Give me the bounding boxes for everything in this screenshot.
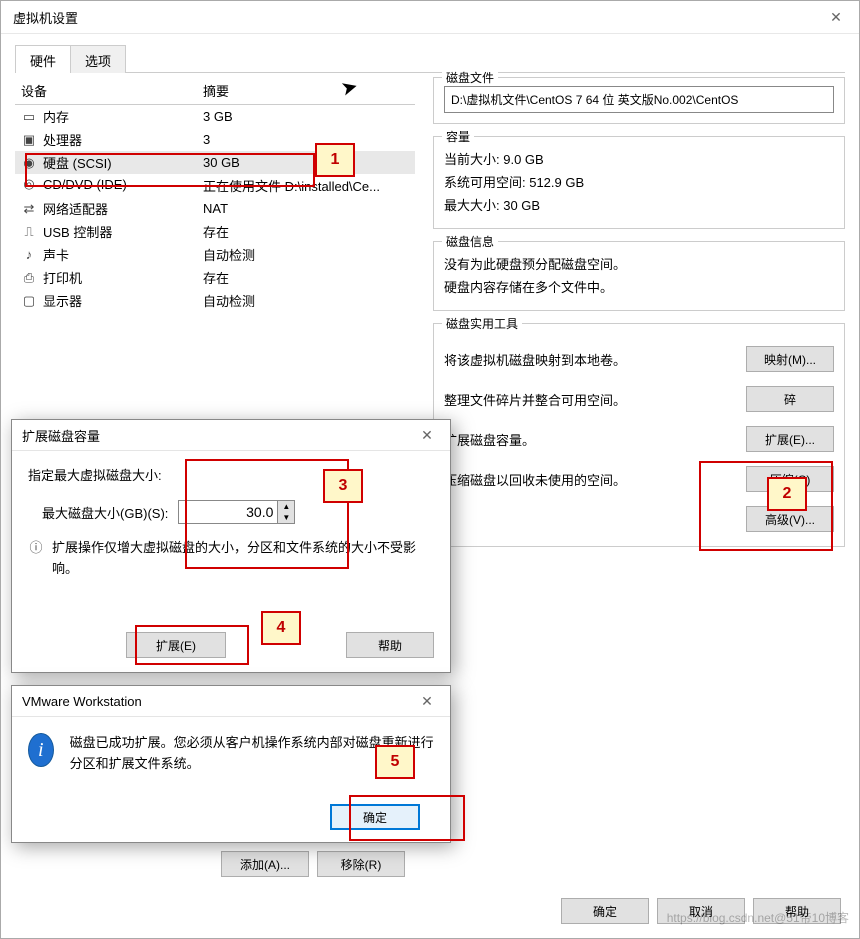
device-row[interactable]: ♪ 声卡 自动检测 xyxy=(15,243,415,266)
device-summary: 存在 xyxy=(197,266,415,289)
device-summary: 正在使用文件 D:\installed\Ce... xyxy=(197,174,415,197)
col-device: 设备 xyxy=(15,77,197,105)
nic-icon: ⇄ xyxy=(21,201,37,217)
disk-icon: ◉ xyxy=(21,155,37,171)
device-row[interactable]: ▣ 处理器 3 xyxy=(15,128,415,151)
disk-details-panel: 磁盘文件 D:\虚拟机文件\CentOS 7 64 位 英文版No.002\Ce… xyxy=(433,77,845,559)
device-row[interactable]: ⎍ USB 控制器 存在 xyxy=(15,220,415,243)
col-summary: 摘要 xyxy=(197,77,415,105)
size-input[interactable] xyxy=(178,500,278,524)
display-icon: ▢ xyxy=(21,293,37,309)
titlebar: 虚拟机设置 ✕ xyxy=(1,1,859,34)
sound-icon: ♪ xyxy=(21,247,37,263)
expand-dialog: 扩展磁盘容量 ✕ 指定最大虚拟磁盘大小: 最大磁盘大小(GB)(S): ▲ ▼ … xyxy=(11,419,451,673)
defrag-button[interactable]: 碎 xyxy=(746,386,834,412)
msg-dialog-close-icon[interactable]: ✕ xyxy=(404,686,450,716)
tab-options[interactable]: 选项 xyxy=(70,45,126,73)
memory-icon: ▭ xyxy=(21,109,37,125)
cd-icon: ◎ xyxy=(21,176,37,192)
printer-icon: ⎙ xyxy=(21,270,37,286)
device-summary: 3 GB xyxy=(197,105,415,129)
device-row[interactable]: ⎙ 打印机 存在 xyxy=(15,266,415,289)
expand-button[interactable]: 扩展(E)... xyxy=(746,426,834,452)
device-summary: NAT xyxy=(197,197,415,220)
device-name: CD/DVD (IDE) xyxy=(43,177,127,192)
compact-button[interactable]: 压缩(C) xyxy=(746,466,834,492)
msg-dialog-title: VMware Workstation xyxy=(22,694,142,709)
expand-dialog-close-icon[interactable]: ✕ xyxy=(404,420,450,450)
watermark: https://blog.csdn.net@51帝10博客 xyxy=(667,909,849,926)
msg-text: 磁盘已成功扩展。您必须从客户机操作系统内部对磁盘重新进行分区和扩展文件系统。 xyxy=(70,733,434,775)
map-desc: 将该虚拟机磁盘映射到本地卷。 xyxy=(444,350,746,369)
add-button[interactable]: 添加(A)... xyxy=(221,851,309,877)
close-icon[interactable]: ✕ xyxy=(813,1,859,33)
device-summary: 自动检测 xyxy=(197,289,415,312)
window-title: 虚拟机设置 xyxy=(13,8,78,27)
tab-hardware[interactable]: 硬件 xyxy=(15,45,71,73)
disk-info-2: 硬盘内容存储在多个文件中。 xyxy=(444,277,834,296)
spin-down-icon[interactable]: ▼ xyxy=(278,512,294,523)
expand-prompt: 指定最大虚拟磁盘大小: xyxy=(28,465,434,484)
ok-button[interactable]: 确定 xyxy=(561,898,649,924)
device-name: 显示器 xyxy=(43,291,82,310)
advanced-button[interactable]: 高级(V)... xyxy=(746,506,834,532)
device-name: USB 控制器 xyxy=(43,222,112,241)
device-row[interactable]: ◉ 硬盘 (SCSI) 30 GB xyxy=(15,151,415,174)
disk-file-label: 磁盘文件 xyxy=(442,69,498,86)
info-small-icon: ⓘ xyxy=(28,538,44,554)
device-summary: 存在 xyxy=(197,220,415,243)
info-icon: i xyxy=(28,733,54,767)
msg-ok-button[interactable]: 确定 xyxy=(330,804,420,830)
defrag-desc: 整理文件碎片并整合可用空间。 xyxy=(444,390,746,409)
device-name: 网络适配器 xyxy=(43,199,108,218)
dlg-help-button[interactable]: 帮助 xyxy=(346,632,434,658)
capacity-free: 系统可用空间: 512.9 GB xyxy=(444,172,834,191)
cpu-icon: ▣ xyxy=(21,132,37,148)
capacity-label: 容量 xyxy=(442,128,474,145)
capacity-max: 最大大小: 30 GB xyxy=(444,195,834,214)
disk-info-1: 没有为此硬盘预分配磁盘空间。 xyxy=(444,254,834,273)
device-summary: 30 GB xyxy=(197,151,415,174)
usb-icon: ⎍ xyxy=(21,224,37,240)
device-name: 声卡 xyxy=(43,245,69,264)
device-row[interactable]: ⇄ 网络适配器 NAT xyxy=(15,197,415,220)
expand-note: 扩展操作仅增大虚拟磁盘的大小，分区和文件系统的大小不受影响。 xyxy=(52,538,434,580)
compact-desc: 压缩磁盘以回收未使用的空间。 xyxy=(444,470,746,489)
device-row[interactable]: ▭ 内存 3 GB xyxy=(15,105,415,129)
disk-file-path[interactable]: D:\虚拟机文件\CentOS 7 64 位 英文版No.002\CentOS xyxy=(444,86,834,113)
map-button[interactable]: 映射(M)... xyxy=(746,346,834,372)
device-name: 处理器 xyxy=(43,130,82,149)
expand-desc: 扩展磁盘容量。 xyxy=(444,430,746,449)
device-row[interactable]: ▢ 显示器 自动检测 xyxy=(15,289,415,312)
device-name: 内存 xyxy=(43,107,69,126)
dlg-expand-button[interactable]: 扩展(E) xyxy=(126,632,226,658)
message-dialog: VMware Workstation ✕ i 磁盘已成功扩展。您必须从客户机操作… xyxy=(11,685,451,843)
disk-info-label: 磁盘信息 xyxy=(442,233,498,250)
device-summary: 自动检测 xyxy=(197,243,415,266)
remove-button[interactable]: 移除(R) xyxy=(317,851,405,877)
tabs: 硬件 选项 xyxy=(15,44,845,73)
capacity-current: 当前大小: 9.0 GB xyxy=(444,149,834,168)
device-summary: 3 xyxy=(197,128,415,151)
size-label: 最大磁盘大小(GB)(S): xyxy=(42,503,168,522)
device-name: 打印机 xyxy=(43,268,82,287)
device-name: 硬盘 (SCSI) xyxy=(43,153,112,172)
device-row[interactable]: ◎ CD/DVD (IDE) 正在使用文件 D:\installed\Ce... xyxy=(15,174,415,197)
tools-label: 磁盘实用工具 xyxy=(442,315,522,332)
spin-up-icon[interactable]: ▲ xyxy=(278,501,294,512)
expand-dialog-title: 扩展磁盘容量 xyxy=(22,426,100,445)
